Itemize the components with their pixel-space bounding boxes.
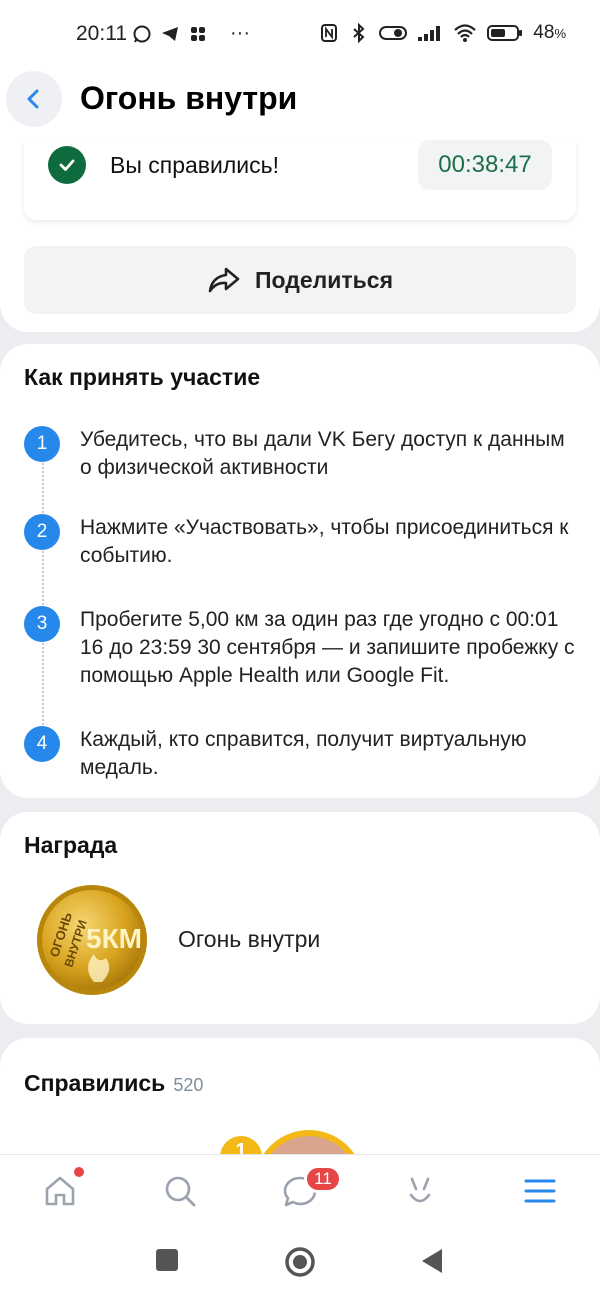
share-label: Поделиться	[254, 266, 394, 293]
step-number: 3	[24, 606, 60, 642]
nfc-icon	[321, 24, 338, 42]
step-text: Каждый, кто справится, получит виртуальн…	[80, 728, 527, 779]
reward-card: Награда ОГОНЬ ВНУТРИ 5КМ Огонь внутри	[0, 812, 600, 1024]
recent-apps-button[interactable]	[155, 1248, 179, 1277]
toggle-icon	[379, 26, 408, 40]
completion-duration: 00:38:47	[418, 140, 552, 190]
messages-badge: 11	[304, 1165, 342, 1193]
more-notifications-icon: ···	[230, 22, 250, 44]
completion-message: Вы справились!	[110, 152, 280, 178]
tab-bar: 11	[0, 1154, 600, 1228]
share-icon	[208, 267, 240, 293]
notification-icons: ···	[132, 22, 250, 45]
bluetooth-icon	[353, 23, 365, 43]
page-title: Огонь внутри	[80, 80, 298, 116]
search-icon	[165, 1176, 196, 1207]
menu-icon	[524, 1179, 556, 1203]
check-icon	[48, 146, 86, 184]
tab-menu[interactable]	[520, 1171, 560, 1211]
services-icon	[409, 1177, 431, 1203]
telegram-icon	[162, 26, 178, 41]
step-text: Убедитесь, что вы дали VK Бегу доступ к …	[80, 428, 565, 479]
battery-level: 48%	[533, 22, 566, 43]
home-button[interactable]	[284, 1246, 316, 1283]
back-button[interactable]	[6, 71, 62, 127]
tab-search[interactable]	[160, 1171, 200, 1211]
completed-count: 520	[173, 1075, 204, 1095]
status-bar: 20:11 ··· 48%	[0, 0, 600, 68]
page-header: Огонь внутри	[0, 68, 600, 140]
status-time: 20:11	[76, 22, 127, 45]
home-notification-dot	[74, 1167, 84, 1177]
svg-text:5КМ: 5КМ	[86, 923, 142, 954]
back-arrow-icon	[27, 89, 39, 109]
completion-status: Вы справились! 00:38:47	[24, 140, 576, 220]
triangle-back-icon	[422, 1249, 442, 1273]
completed-card: Справились 520 1	[0, 1038, 600, 1168]
how-to-title: Как принять участие	[24, 364, 261, 390]
share-button[interactable]: Поделиться	[24, 246, 576, 314]
whatsapp-icon	[133, 25, 151, 42]
step-text: Нажмите «Участвовать», чтобы присоединит…	[80, 516, 569, 567]
completed-title: Справились 520	[24, 1070, 203, 1097]
reward-name: Огонь внутри	[178, 926, 321, 952]
how-to-card: Как принять участие 1 Убедитесь, что вы …	[0, 344, 600, 798]
medal-image[interactable]: ОГОНЬ ВНУТРИ 5КМ	[36, 884, 148, 996]
result-card: Вы справились! 00:38:47 Поделиться	[0, 140, 600, 332]
back-nav-button[interactable]	[420, 1248, 444, 1279]
signal-icon	[418, 26, 441, 41]
step-number: 1	[24, 426, 60, 462]
circle-icon	[285, 1247, 315, 1277]
apps-icon	[191, 26, 205, 41]
tab-home[interactable]	[40, 1171, 80, 1211]
wifi-icon	[454, 24, 477, 42]
tab-services[interactable]	[400, 1171, 440, 1211]
square-icon	[156, 1249, 178, 1271]
reward-title: Награда	[24, 832, 118, 858]
system-nav-bar	[0, 1228, 600, 1299]
home-icon	[45, 1176, 75, 1206]
step-number: 4	[24, 726, 60, 762]
system-icons: 48%	[319, 22, 566, 44]
step-number: 2	[24, 514, 60, 550]
steps-connector	[42, 448, 44, 744]
step-text: Пробегите 5,00 км за один раз где угодно…	[80, 608, 575, 687]
completed-label: Справились	[24, 1070, 166, 1096]
battery-icon	[487, 25, 523, 41]
